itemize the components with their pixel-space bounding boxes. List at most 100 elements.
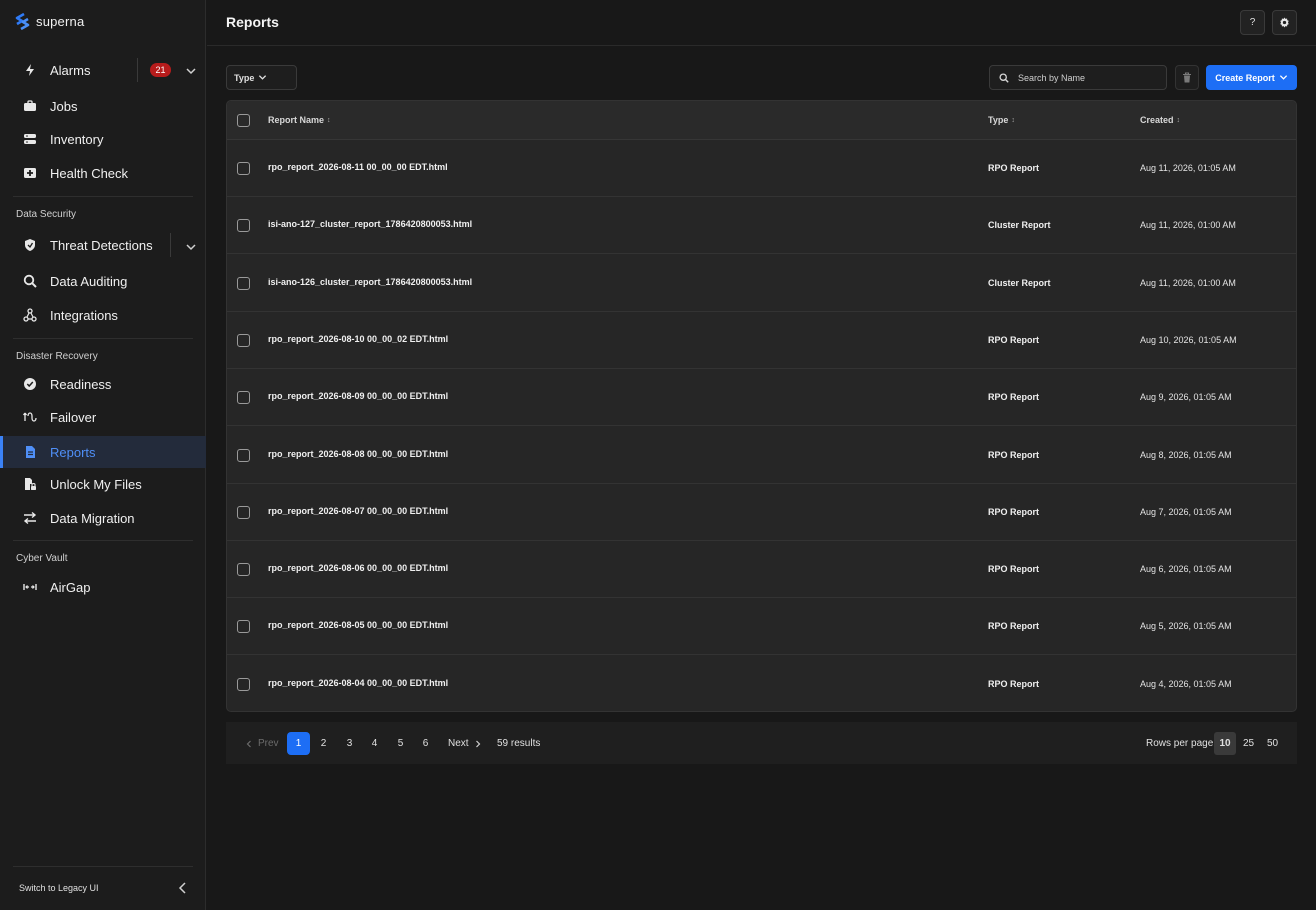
column-label: Report Name [268, 115, 325, 125]
select-all-checkbox[interactable] [237, 114, 250, 127]
sidebar-item-readiness[interactable]: Readiness [0, 368, 206, 400]
page-button[interactable]: 5 [389, 732, 412, 755]
rows-per-page-option[interactable]: 25 [1237, 732, 1260, 755]
switch-to-legacy-ui-link[interactable]: Switch to Legacy UI [19, 883, 99, 893]
integrations-icon [23, 308, 37, 322]
sidebar-item-inventory[interactable]: Inventory [0, 123, 206, 155]
report-created-cell: Aug 4, 2026, 01:05 AM [1140, 678, 1232, 689]
report-name-cell[interactable]: rpo_report_2026-08-04 00_00_00 EDT.html [268, 678, 448, 688]
reports-table: Report Name ↕ Type ↕ Created ↕ rpo_repor… [226, 100, 1297, 712]
document-icon [23, 445, 37, 459]
section-label-disaster-recovery: Disaster Recovery [16, 351, 98, 362]
delete-button[interactable] [1175, 65, 1199, 90]
magnify-icon [23, 274, 37, 288]
row-checkbox[interactable] [237, 620, 250, 634]
table-row[interactable]: isi-ano-127_cluster_report_1786420800053… [227, 197, 1296, 255]
table-row[interactable]: rpo_report_2026-08-05 00_00_00 EDT.html R… [227, 598, 1296, 656]
sidebar-item-health-check[interactable]: Health Check [0, 157, 206, 189]
sidebar-item-data-migration[interactable]: Data Migration [0, 502, 206, 534]
briefcase-icon [23, 99, 37, 113]
chevron-down-icon[interactable] [186, 66, 196, 76]
trash-icon [1183, 72, 1191, 83]
table-row[interactable]: rpo_report_2026-08-11 00_00_00 EDT.html R… [227, 140, 1296, 197]
row-checkbox[interactable] [237, 276, 250, 290]
help-icon: ? [1249, 17, 1256, 28]
sidebar-item-label: Inventory [50, 131, 104, 147]
row-checkbox[interactable] [237, 448, 250, 462]
row-checkbox[interactable] [237, 505, 250, 519]
create-report-button[interactable]: Create Report [1206, 65, 1297, 90]
column-label: Created [1140, 115, 1174, 125]
page-button[interactable]: 1 [287, 732, 310, 755]
swap-arrows-icon [23, 511, 37, 525]
prev-page-button[interactable]: Prev [245, 732, 279, 755]
sidebar-item-reports[interactable]: Reports [0, 436, 206, 468]
search-input[interactable] [1018, 72, 1158, 83]
report-name-cell[interactable]: rpo_report_2026-08-08 00_00_00 EDT.html [268, 449, 448, 459]
column-header-report-name[interactable]: Report Name ↕ [268, 115, 331, 125]
table-row[interactable]: rpo_report_2026-08-08 00_00_00 EDT.html R… [227, 427, 1296, 484]
column-header-created[interactable]: Created ↕ [1140, 115, 1180, 125]
report-name-cell[interactable]: rpo_report_2026-08-07 00_00_00 EDT.html [268, 506, 448, 516]
table-row[interactable]: rpo_report_2026-08-10 00_00_02 EDT.html R… [227, 312, 1296, 369]
row-checkbox[interactable] [237, 162, 250, 175]
report-type-cell: RPO Report [988, 678, 1040, 689]
row-checkbox[interactable] [237, 333, 250, 347]
type-filter-label: Type [234, 72, 255, 83]
report-name-cell[interactable]: rpo_report_2026-08-10 00_00_02 EDT.html [268, 334, 448, 344]
table-header: Report Name ↕ Type ↕ Created ↕ [227, 101, 1296, 140]
report-name-cell[interactable]: isi-ano-127_cluster_report_1786420800053… [268, 219, 472, 229]
sidebar-item-failover[interactable]: Failover [0, 401, 206, 433]
sidebar-item-data-auditing[interactable]: Data Auditing [0, 265, 206, 297]
sidebar-item-label: Integrations [50, 307, 118, 323]
help-button[interactable]: ? [1240, 10, 1265, 35]
type-filter-dropdown[interactable]: Type [226, 65, 297, 90]
page-button[interactable]: 3 [338, 732, 361, 755]
sidebar-item-label: Data Migration [50, 510, 135, 526]
sidebar-item-integrations[interactable]: Integrations [0, 299, 206, 331]
sidebar-item-threat-detections[interactable]: Threat Detections [0, 229, 206, 261]
prev-label: Prev [258, 738, 279, 749]
sidebar-item-jobs[interactable]: Jobs [0, 90, 206, 122]
divider [13, 540, 193, 541]
chevron-right-icon [475, 740, 480, 747]
table-row[interactable]: isi-ano-126_cluster_report_1786420800053… [227, 255, 1296, 312]
report-name-cell[interactable]: rpo_report_2026-08-09 00_00_00 EDT.html [268, 391, 448, 401]
page-button[interactable]: 2 [312, 732, 335, 755]
page-button[interactable]: 6 [414, 732, 437, 755]
column-header-type[interactable]: Type ↕ [988, 115, 1015, 125]
alarm-count-badge: 21 [150, 63, 171, 77]
next-page-button[interactable]: Next [448, 732, 482, 755]
page-header: Reports ? [207, 0, 1316, 46]
failover-icon [23, 410, 37, 424]
collapse-sidebar-icon[interactable] [178, 882, 188, 894]
chevron-left-icon [246, 740, 251, 747]
rows-per-page-option[interactable]: 50 [1261, 732, 1284, 755]
rows-per-page-option[interactable]: 10 [1214, 732, 1236, 755]
row-checkbox[interactable] [237, 677, 250, 691]
report-name-cell[interactable]: rpo_report_2026-08-11 00_00_00 EDT.html [268, 162, 448, 172]
table-row[interactable]: rpo_report_2026-08-04 00_00_00 EDT.html R… [227, 656, 1296, 711]
chevron-down-icon[interactable] [186, 242, 196, 252]
results-count: 59 results [497, 738, 541, 749]
table-row[interactable]: rpo_report_2026-08-09 00_00_00 EDT.html R… [227, 369, 1296, 427]
report-created-cell: Aug 8, 2026, 01:05 AM [1140, 449, 1232, 460]
sidebar-item-alarms[interactable]: Alarms [0, 54, 206, 86]
sidebar-item-unlock-my-files[interactable]: Unlock My Files [0, 468, 206, 500]
report-name-cell[interactable]: isi-ano-126_cluster_report_1786420800053… [268, 277, 472, 287]
column-label: Type [988, 115, 1009, 125]
table-row[interactable]: rpo_report_2026-08-07 00_00_00 EDT.html R… [227, 484, 1296, 541]
row-checkbox[interactable] [237, 391, 250, 405]
report-name-cell[interactable]: rpo_report_2026-08-05 00_00_00 EDT.html [268, 620, 448, 630]
sidebar-item-label: Failover [50, 409, 97, 425]
sidebar-item-airgap[interactable]: AirGap [0, 571, 206, 603]
report-created-cell: Aug 10, 2026, 01:05 AM [1140, 334, 1237, 345]
report-type-cell: RPO Report [988, 621, 1040, 632]
report-name-cell[interactable]: rpo_report_2026-08-06 00_00_00 EDT.html [268, 563, 448, 573]
page-button[interactable]: 4 [363, 732, 386, 755]
row-checkbox[interactable] [237, 563, 250, 577]
brand-logo[interactable]: superna [15, 13, 84, 30]
table-row[interactable]: rpo_report_2026-08-06 00_00_00 EDT.html R… [227, 541, 1296, 599]
row-checkbox[interactable] [237, 219, 250, 233]
settings-button[interactable] [1272, 10, 1297, 35]
